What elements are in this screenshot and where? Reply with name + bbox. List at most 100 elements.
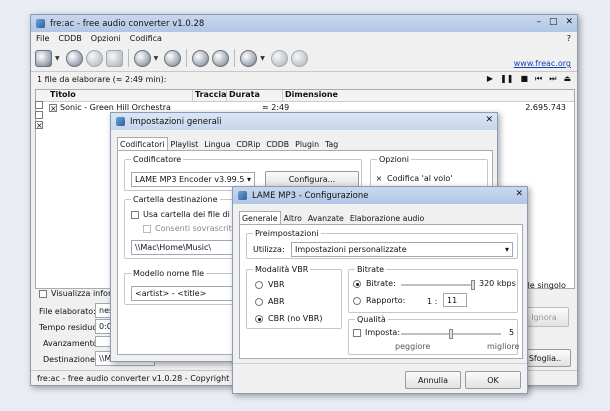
encode-dropdown-icon[interactable]: ▼	[260, 55, 265, 62]
menu-codifica[interactable]: Codifica	[130, 34, 162, 43]
pause-small-icon[interactable]: ❚❚	[500, 74, 513, 84]
ok-button[interactable]: OK	[465, 371, 521, 389]
add-files-icon[interactable]	[35, 49, 52, 67]
freac-website-link[interactable]: www.freac.org	[514, 59, 571, 68]
col-duration[interactable]: Durata	[227, 90, 283, 101]
cbr-option[interactable]: CBR (no VBR)	[255, 314, 322, 323]
bitrate-radio[interactable]	[353, 279, 361, 288]
maximize-button[interactable]: □	[549, 17, 558, 27]
bitrate-slider-thumb[interactable]	[471, 280, 475, 290]
row-checkbox[interactable]	[49, 104, 57, 112]
select-all-checkbox[interactable]	[35, 101, 43, 109]
app-icon	[35, 18, 46, 29]
menu-cddb[interactable]: CDDB	[58, 34, 81, 43]
side-checkboxes	[35, 101, 47, 129]
imposta-label: Imposta:	[365, 328, 401, 337]
migliore-label: migliore	[487, 342, 520, 351]
eject-icon[interactable]: ⏏	[563, 74, 571, 84]
tempo-residuo-label: Tempo residuo:	[39, 323, 100, 332]
abr-label: ABR	[268, 297, 285, 306]
lame-window: LAME MP3 - Configurazione ✕ Generale Alt…	[232, 186, 528, 394]
rapporto-radio[interactable]	[353, 296, 361, 305]
tools-icon[interactable]	[192, 49, 210, 67]
vbr-radio[interactable]	[255, 280, 263, 289]
clear-list-icon[interactable]	[105, 49, 123, 67]
quality-value: 5	[509, 328, 515, 337]
cddb-query-icon[interactable]	[133, 49, 151, 67]
cbr-label: CBR (no VBR)	[268, 314, 323, 323]
col-size[interactable]: Dimensione	[283, 90, 575, 101]
qualita-group: Qualità Imposta: 5 peggiore migliore	[348, 315, 520, 355]
player-controls: ▶ ❚❚ ■ ⏮ ⏭ ⏏	[487, 74, 571, 84]
annulla-button[interactable]: Annulla	[405, 371, 461, 389]
peggiore-label: peggiore	[395, 342, 431, 351]
codifica-al-volo-checkbox[interactable]	[375, 175, 383, 183]
bitrate-label: Bitrate:	[366, 279, 396, 288]
settings-close-button[interactable]: ✕	[485, 115, 493, 125]
remove-icon[interactable]	[65, 49, 83, 67]
col-track[interactable]: Traccia	[193, 90, 227, 101]
play-encode-icon[interactable]	[240, 49, 258, 67]
rapporto-field[interactable]: 11	[443, 293, 467, 307]
minimize-button[interactable]: –	[536, 17, 541, 27]
bitrate-option[interactable]: Bitrate:	[353, 279, 396, 288]
cddb-dropdown-icon[interactable]: ▼	[154, 55, 159, 62]
lame-close-button[interactable]: ✕	[515, 189, 523, 199]
lame-titlebar[interactable]: LAME MP3 - Configurazione ✕	[233, 187, 527, 204]
codifica-al-volo-row[interactable]: Codifica 'al volo'	[375, 174, 452, 183]
rapporto-label: Rapporto:	[366, 296, 406, 305]
col-title[interactable]: Titolo	[48, 90, 193, 101]
imposta-row[interactable]: Imposta:	[353, 328, 400, 337]
invert-checkbox[interactable]	[35, 111, 43, 119]
cdda-icon[interactable]	[85, 49, 103, 67]
menu-file[interactable]: File	[36, 34, 49, 43]
usa-cartella-checkbox[interactable]	[131, 210, 139, 219]
toolbar: ▼ ▼ ▼ www.freac.org	[31, 45, 577, 71]
previous-icon[interactable]: ⏮	[535, 74, 542, 84]
rapporto-prefix: 1 :	[427, 297, 438, 306]
add-dropdown-icon[interactable]: ▼	[55, 55, 60, 62]
codifica-al-volo-label: Codifica 'al volo'	[387, 174, 453, 183]
close-button[interactable]: ✕	[565, 17, 573, 27]
cbr-radio[interactable]	[255, 314, 263, 323]
row-size: 2.695.743	[525, 103, 566, 112]
encoder-select[interactable]: LAME MP3 Encoder v3.99.5	[131, 172, 255, 187]
stop-icon[interactable]	[290, 49, 308, 67]
stop-small-icon[interactable]: ■	[520, 74, 528, 84]
settings-titlebar[interactable]: Impostazioni generali ✕	[111, 113, 497, 130]
play-icon[interactable]: ▶	[487, 74, 493, 84]
consenti-checkbox[interactable]	[143, 224, 151, 233]
abr-option[interactable]: ABR	[255, 297, 285, 306]
gear-icon[interactable]	[212, 49, 230, 67]
lame-tab-panel: Preimpostazioni Utilizza: Impostazioni p…	[239, 224, 523, 359]
quality-slider-thumb[interactable]	[449, 329, 453, 339]
visualizza-checkbox[interactable]	[39, 289, 47, 298]
preimpostazioni-group: Preimpostazioni Utilizza: Impostazioni p…	[246, 229, 518, 259]
rapporto-option[interactable]: Rapporto:	[353, 296, 405, 305]
pause-icon[interactable]	[270, 49, 288, 67]
row-title: Sonic - Green Hill Orchestra	[60, 103, 171, 112]
abr-radio[interactable]	[255, 297, 263, 306]
bitrate-group-label: Bitrate	[355, 265, 387, 274]
modello-label: Modello nome file	[131, 269, 207, 278]
qualita-label: Qualità	[355, 315, 388, 324]
bitrate-slider[interactable]	[401, 280, 475, 290]
main-titlebar[interactable]: fre:ac - free audio converter v1.0.28 – …	[31, 15, 577, 32]
cartella-label: Cartella destinazione	[131, 195, 220, 204]
utilizza-label: Utilizza:	[253, 245, 285, 254]
toggle-checkbox[interactable]	[35, 121, 43, 129]
quality-slider[interactable]	[401, 329, 501, 339]
modalita-vbr-label: Modalità VBR	[253, 265, 311, 274]
vbr-label: VBR	[268, 280, 285, 289]
files-count-label: 1 file da elaborare (≈ 2:49 min):	[37, 75, 167, 84]
file-elaborato-label: File elaborato:	[39, 307, 96, 316]
imposta-checkbox[interactable]	[353, 328, 361, 337]
cddb-submit-icon[interactable]	[164, 49, 182, 67]
vbr-option[interactable]: VBR	[255, 280, 285, 289]
modalita-vbr-group: Modalità VBR VBR ABR CBR (no VBR)	[246, 265, 342, 329]
next-icon[interactable]: ⏭	[549, 74, 556, 84]
menu-opzioni[interactable]: Opzioni	[91, 34, 121, 43]
help-menu[interactable]: ?	[567, 34, 571, 43]
utilizza-select[interactable]: Impostazioni personalizzate	[291, 242, 513, 257]
menubar: File CDDB Opzioni Codifica ?	[31, 32, 577, 45]
